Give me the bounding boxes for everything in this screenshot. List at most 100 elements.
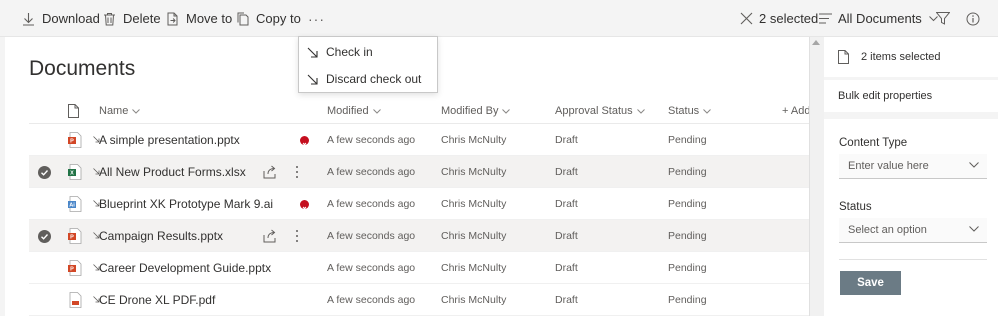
chevron-down-icon [132, 108, 141, 114]
command-bar: Download Delete Move to Copy to ··· 2 se… [0, 0, 998, 37]
status-placeholder: Select an option [848, 224, 927, 236]
approval-status-cell: Draft [555, 198, 578, 210]
file-type-column-header[interactable] [68, 100, 79, 122]
row-more-actions-icon[interactable] [294, 165, 300, 179]
svg-text:P: P [70, 235, 74, 241]
status-field[interactable]: Select an option [839, 218, 987, 243]
column-header-label: Status [668, 105, 700, 117]
check-in-icon [307, 47, 318, 58]
delete-label: Delete [123, 11, 161, 26]
file-name-link[interactable]: All New Product Forms.xlsx [99, 156, 246, 188]
clear-selection-button[interactable]: 2 selected [740, 0, 818, 37]
more-label: ··· [308, 10, 325, 27]
row-selected-checkmark-icon[interactable] [38, 166, 51, 179]
modified-cell: A few seconds ago [327, 166, 416, 178]
table-row[interactable]: P Campaign Results.pptx A few seconds ago C… [29, 220, 809, 252]
more-button[interactable]: ··· [308, 0, 325, 37]
info-icon [966, 12, 980, 25]
close-icon [740, 12, 753, 25]
bulk-edit-form: Content Type Enter value here Status Sel… [824, 119, 998, 316]
form-divider [839, 259, 987, 260]
column-header-status[interactable]: Status [668, 100, 712, 122]
table-row[interactable]: Ai Blueprint XK Prototype Mark 9.ai A few … [29, 188, 809, 220]
svg-text:P: P [70, 267, 74, 273]
column-header-approval-status[interactable]: Approval Status [555, 100, 645, 122]
move-to-label: Move to [186, 11, 233, 26]
error-icon[interactable] [300, 200, 309, 211]
row-more-actions-icon[interactable] [294, 229, 300, 243]
view-name: All Documents [838, 11, 922, 26]
list-scrollbar[interactable] [809, 37, 824, 316]
column-header-label: Approval Status [555, 105, 633, 117]
filter-button[interactable] [936, 0, 950, 37]
modified-cell: A few seconds ago [327, 262, 416, 274]
table-row[interactable]: P Career Development Guide.pptx A few seco… [29, 252, 809, 284]
left-nav-strip [0, 37, 5, 316]
download-label: Download [42, 11, 100, 26]
page-title: Documents [29, 57, 136, 80]
chevron-down-icon [502, 108, 511, 114]
pptx-file-icon: P [68, 260, 82, 276]
share-icon[interactable] [263, 229, 277, 243]
ai-file-icon: Ai [68, 196, 82, 212]
row-selected-checkmark-icon[interactable] [38, 230, 51, 243]
view-switcher[interactable]: All Documents [819, 0, 938, 37]
chevron-down-icon [969, 162, 979, 168]
status-cell: Pending [668, 198, 707, 210]
modified-by-cell: Chris McNulty [441, 262, 507, 274]
column-header-modified-by[interactable]: Modified By [441, 100, 511, 122]
bulk-edit-label: Bulk edit properties [838, 90, 933, 102]
approval-status-cell: Draft [555, 230, 578, 242]
column-header-label: Modified [327, 105, 369, 117]
move-icon [167, 12, 178, 25]
content-type-field[interactable]: Enter value here [839, 154, 987, 179]
content-type-placeholder: Enter value here [848, 160, 929, 172]
column-header-modified[interactable]: Modified [327, 100, 381, 122]
menu-item-label: Discard check out [326, 72, 422, 86]
column-header-name[interactable]: Name [99, 100, 141, 122]
document-icon [838, 50, 849, 64]
approval-status-cell: Draft [555, 134, 578, 146]
share-icon[interactable] [263, 165, 277, 179]
content-type-label: Content Type [839, 137, 908, 149]
add-column-button[interactable]: + Add [782, 100, 809, 122]
chevron-down-icon [703, 108, 712, 114]
file-name-link[interactable]: CE Drone XL PDF.pdf [99, 284, 215, 316]
approval-status-cell: Draft [555, 294, 578, 306]
document-icon [68, 104, 79, 118]
items-selected-text: 2 items selected [861, 51, 941, 63]
more-menu: Check in Discard check out [298, 36, 438, 93]
info-button[interactable] [966, 0, 980, 37]
add-column-label: + Add [782, 105, 809, 117]
table-row[interactable]: X All New Product Forms.xlsx A few seconds… [29, 156, 809, 188]
move-to-button[interactable]: Move to [166, 0, 232, 37]
filter-icon [936, 12, 950, 25]
view-list-icon [819, 13, 832, 24]
menu-item-discard-check-out[interactable]: Discard check out [299, 66, 437, 92]
chevron-down-icon [969, 226, 979, 232]
delete-button[interactable]: Delete [103, 0, 161, 37]
modified-by-cell: Chris McNulty [441, 294, 507, 306]
pdf-file-icon [68, 292, 82, 308]
modified-cell: A few seconds ago [327, 198, 416, 210]
modified-by-cell: Chris McNulty [441, 198, 507, 210]
menu-item-check-in[interactable]: Check in [299, 39, 437, 65]
modified-cell: A few seconds ago [327, 134, 416, 146]
status-cell: Pending [668, 230, 707, 242]
approval-status-cell: Draft [555, 262, 578, 274]
file-name-link[interactable]: A simple presentation.pptx [99, 124, 240, 156]
scroll-up-icon[interactable] [812, 40, 820, 45]
file-name-link[interactable]: Career Development Guide.pptx [99, 252, 271, 284]
copy-to-button[interactable]: Copy to [236, 0, 301, 37]
table-row[interactable]: P A simple presentation.pptx A few seconds… [29, 124, 809, 156]
table-row[interactable]: CE Drone XL PDF.pdf A few seconds ago Chri… [29, 284, 809, 316]
download-button[interactable]: Download [22, 0, 100, 37]
file-name-link[interactable]: Campaign Results.pptx [99, 220, 223, 252]
file-name-link[interactable]: Blueprint XK Prototype Mark 9.ai [99, 188, 273, 220]
save-button[interactable]: Save [840, 271, 901, 295]
svg-text:P: P [70, 139, 74, 145]
copy-to-label: Copy to [256, 11, 301, 26]
error-icon[interactable] [300, 136, 309, 147]
status-cell: Pending [668, 262, 707, 274]
xlsx-file-icon: X [68, 164, 82, 180]
